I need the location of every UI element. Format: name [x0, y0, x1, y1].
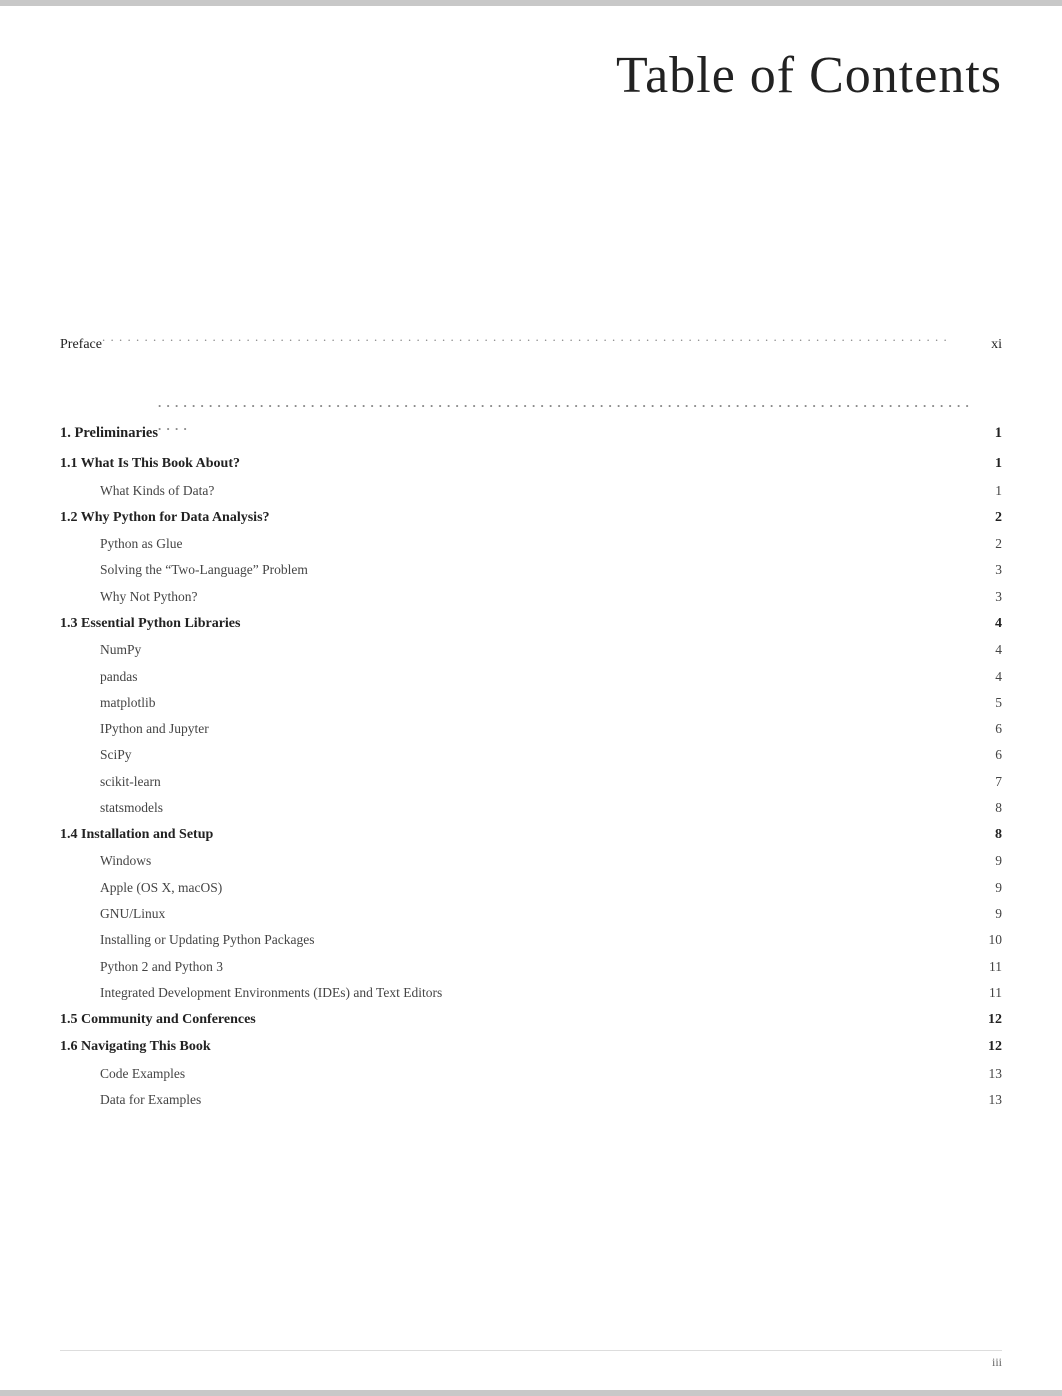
entry-page: 3	[972, 585, 1002, 609]
toc-entry: Installing or Updating Python Packages 10	[60, 928, 1002, 952]
entry-page: 6	[972, 717, 1002, 741]
entry-title: 1.6 Navigating This Book	[60, 1034, 211, 1059]
toc-entry: SciPy 6	[60, 743, 1002, 767]
entry-page: 9	[972, 902, 1002, 926]
entry-page: 1	[972, 479, 1002, 503]
entry-title: Why Not Python?	[100, 585, 198, 609]
entry-title: Python as Glue	[100, 532, 183, 556]
toc-entry: Why Not Python? 3	[60, 585, 1002, 609]
header-section: Table of Contents	[0, 6, 1062, 125]
toc-entry: Code Examples 13	[60, 1062, 1002, 1086]
entry-title: Code Examples	[100, 1062, 185, 1086]
entry-title: Python 2 and Python 3	[100, 955, 223, 979]
toc-entry: Integrated Development Environments (IDE…	[60, 981, 1002, 1005]
toc-entry: 1.6 Navigating This Book 12	[60, 1034, 1002, 1059]
toc-entry: Solving the “Two-Language” Problem 3	[60, 558, 1002, 582]
entry-page: 4	[972, 665, 1002, 689]
entry-title: Solving the “Two-Language” Problem	[100, 558, 308, 582]
toc-entry: Python as Glue 2	[60, 532, 1002, 556]
toc-entry: statsmodels 8	[60, 796, 1002, 820]
entry-page: 4	[972, 611, 1002, 636]
entry-page: 8	[972, 822, 1002, 847]
entry-page: 10	[972, 928, 1002, 952]
page-number: iii	[992, 1355, 1002, 1369]
entry-title: Windows	[100, 849, 151, 873]
entry-page: 1	[972, 451, 1002, 476]
entry-title: Integrated Development Environments (IDE…	[100, 981, 442, 1005]
entry-title: 1.5 Community and Conferences	[60, 1007, 256, 1032]
entry-title: 1.2 Why Python for Data Analysis?	[60, 505, 270, 530]
footer-separator	[60, 1350, 1002, 1351]
toc-entry: Python 2 and Python 3 11	[60, 955, 1002, 979]
entry-page: 1	[972, 420, 1002, 446]
entry-title: Apple (OS X, macOS)	[100, 876, 222, 900]
entry-page: 5	[972, 691, 1002, 715]
entry-page: 9	[972, 849, 1002, 873]
toc-entry: 1.2 Why Python for Data Analysis? 2	[60, 505, 1002, 530]
toc-entry: 1.4 Installation and Setup 8	[60, 822, 1002, 847]
footer-area: iii	[0, 1340, 1062, 1390]
entry-page: 2	[972, 532, 1002, 556]
toc-entry: pandas 4	[60, 665, 1002, 689]
entry-page: 13	[972, 1062, 1002, 1086]
entry-page: 3	[972, 558, 1002, 582]
entry-title: pandas	[100, 665, 138, 689]
footer-bar	[0, 1390, 1062, 1396]
entry-title: scikit-learn	[100, 770, 161, 794]
toc-entry: NumPy 4	[60, 638, 1002, 662]
entry-title: 1.1 What Is This Book About?	[60, 451, 240, 476]
entry-page: 2	[972, 505, 1002, 530]
dot-leader	[102, 325, 972, 361]
entry-page: 9	[972, 876, 1002, 900]
dot-leader	[158, 391, 972, 450]
page-title: Table of Contents	[60, 46, 1002, 105]
entry-page: 6	[972, 743, 1002, 767]
entry-title: Data for Examples	[100, 1088, 201, 1112]
toc-entry: 1.1 What Is This Book About? 1	[60, 451, 1002, 476]
page: Table of Contents Preface xi 1. Preliminar…	[0, 0, 1062, 1396]
entry-page: 11	[972, 981, 1002, 1005]
toc-entry: 1.3 Essential Python Libraries 4	[60, 611, 1002, 636]
entry-page: 12	[972, 1007, 1002, 1032]
toc-entry: Preface xi	[60, 325, 1002, 361]
entry-title: What Kinds of Data?	[100, 479, 214, 503]
toc-entry: 1.5 Community and Conferences 12	[60, 1007, 1002, 1032]
entry-title: IPython and Jupyter	[100, 717, 209, 741]
toc-entry: matplotlib 5	[60, 691, 1002, 715]
entry-page: 11	[972, 955, 1002, 979]
entry-page: 8	[972, 796, 1002, 820]
entry-title: 1. Preliminaries	[60, 420, 158, 446]
entry-title: Preface	[60, 332, 102, 357]
entry-page: 7	[972, 770, 1002, 794]
toc-entry: GNU/Linux 9	[60, 902, 1002, 926]
toc-entry: scikit-learn 7	[60, 770, 1002, 794]
toc-entry: Apple (OS X, macOS) 9	[60, 876, 1002, 900]
entry-page: 12	[972, 1034, 1002, 1059]
entry-title: SciPy	[100, 743, 132, 767]
toc-entry: 1. Preliminaries 1	[60, 391, 1002, 450]
toc-entry: What Kinds of Data? 1	[60, 479, 1002, 503]
entry-page: 4	[972, 638, 1002, 662]
content-area: Prefacexi1. Preliminaries11.1 What Is Th…	[0, 325, 1062, 1340]
entry-page: xi	[972, 332, 1002, 357]
entry-title: GNU/Linux	[100, 902, 165, 926]
entry-title: Installing or Updating Python Packages	[100, 928, 314, 952]
entry-title: matplotlib	[100, 691, 156, 715]
entry-title: NumPy	[100, 638, 141, 662]
entry-title: 1.3 Essential Python Libraries	[60, 611, 240, 636]
toc-entry: IPython and Jupyter 6	[60, 717, 1002, 741]
toc-entry: Data for Examples 13	[60, 1088, 1002, 1112]
entry-title: 1.4 Installation and Setup	[60, 822, 213, 847]
entry-title: statsmodels	[100, 796, 163, 820]
entry-page: 13	[972, 1088, 1002, 1112]
toc-entry: Windows 9	[60, 849, 1002, 873]
